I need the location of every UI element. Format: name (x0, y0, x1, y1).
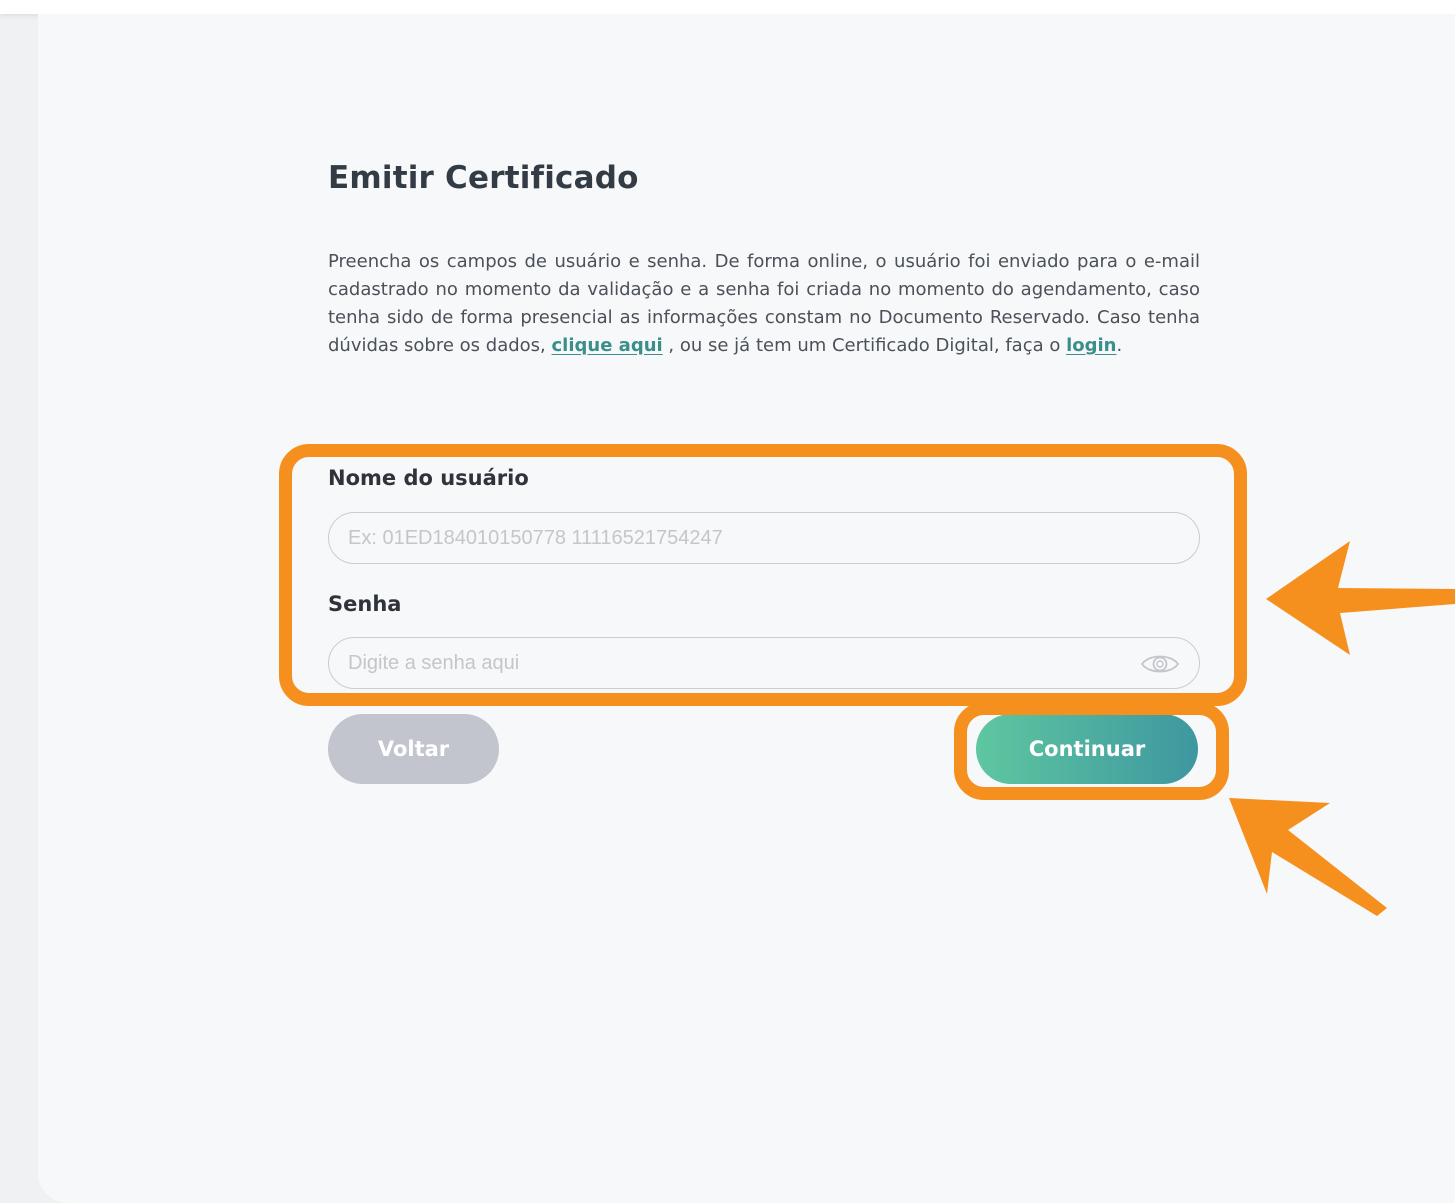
top-header-bar (0, 0, 1455, 14)
continue-button[interactable]: Continuar (976, 714, 1198, 784)
instructions-part-3: . (1116, 335, 1123, 356)
content-card (38, 14, 1455, 1203)
login-link[interactable]: login (1066, 335, 1116, 356)
password-label: Senha (328, 592, 402, 616)
help-link[interactable]: clique aqui (552, 335, 663, 356)
instructions-text: Preencha os campos de usuário e senha. D… (328, 248, 1200, 360)
password-input[interactable] (328, 637, 1200, 689)
eye-icon[interactable] (1138, 650, 1182, 678)
back-button[interactable]: Voltar (328, 714, 499, 784)
instructions-part-2: , ou se já tem um Certificado Digital, f… (662, 335, 1067, 356)
username-input[interactable] (328, 512, 1200, 564)
username-label: Nome do usuário (328, 466, 529, 490)
page-title: Emitir Certificado (328, 160, 639, 196)
